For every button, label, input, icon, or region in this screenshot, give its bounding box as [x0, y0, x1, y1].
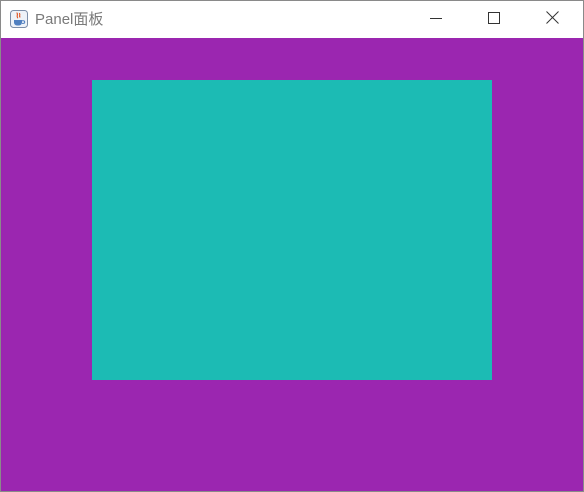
- app-window: Panel面板: [0, 0, 584, 492]
- frame-content-panel: [1, 38, 583, 491]
- window-title: Panel面板: [35, 11, 104, 28]
- java-coffee-cup-icon: [10, 10, 28, 28]
- inner-panel: [92, 80, 492, 380]
- minimize-icon: [430, 11, 442, 29]
- minimize-button[interactable]: [407, 1, 465, 38]
- maximize-icon: [488, 11, 500, 29]
- maximize-button[interactable]: [465, 1, 523, 38]
- title-bar[interactable]: Panel面板: [1, 1, 583, 38]
- close-icon: [545, 10, 559, 29]
- close-button[interactable]: [523, 1, 581, 38]
